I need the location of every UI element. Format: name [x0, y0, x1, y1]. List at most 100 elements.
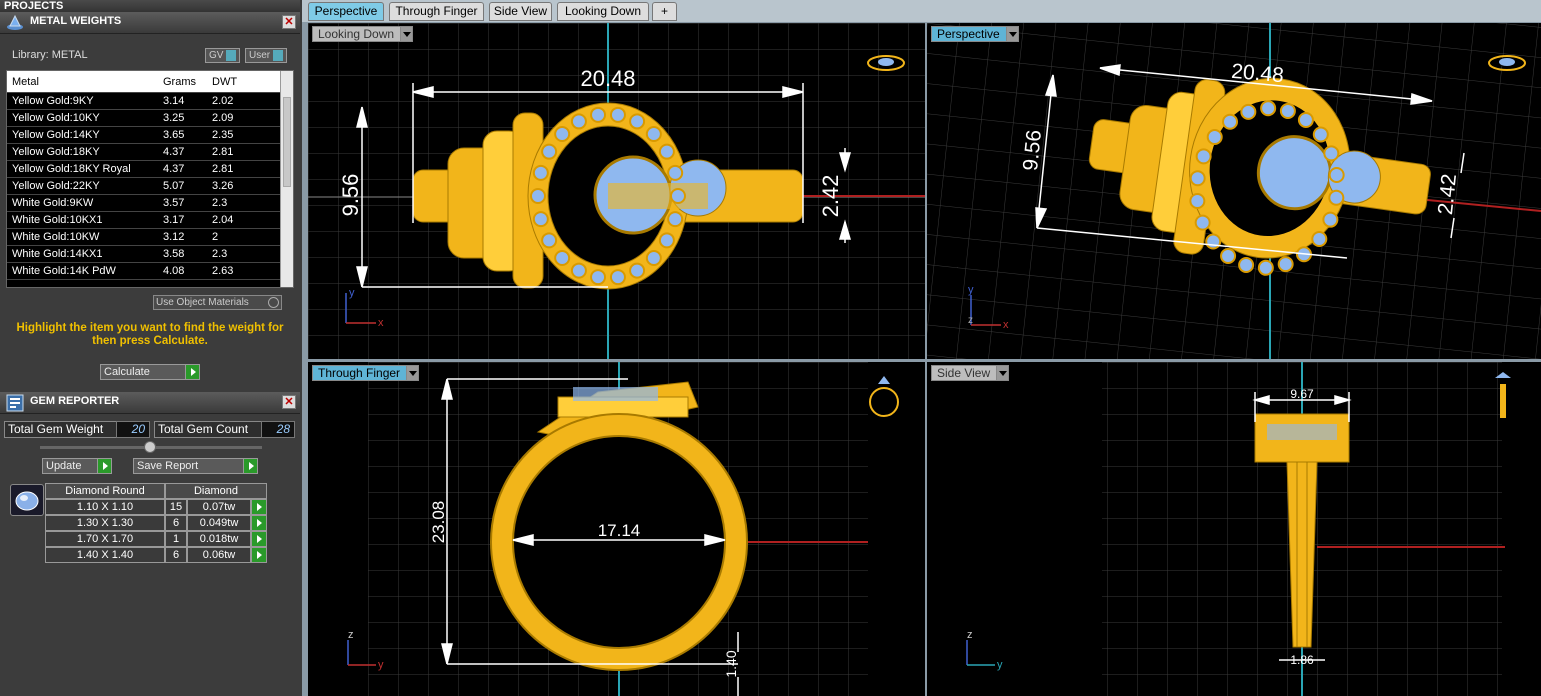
metal-table-header: Metal Grams DWT [7, 71, 281, 93]
metal-row[interactable]: White Gold:14KX1 3.58 2.3 [7, 246, 281, 263]
gem-reporter-icon [6, 394, 24, 412]
metal-weights-title: METAL WEIGHTS [30, 15, 122, 27]
metal-name: White Gold:14K PdW [12, 265, 116, 277]
gem-row-button[interactable] [251, 531, 267, 547]
metal-name: Yellow Gold:9KY [12, 95, 94, 107]
gv-toggle[interactable]: GV [205, 48, 241, 63]
axis-y-label: y [997, 659, 1003, 671]
tab-through-finger[interactable]: Through Finger [389, 2, 484, 21]
side-view-dropdown[interactable]: Side View [931, 365, 1010, 381]
use-object-materials-button[interactable]: Use Object Materials [153, 295, 282, 310]
through-finger-canvas: 23.08 17.14 1.40 z y [308, 362, 899, 696]
metal-name: White Gold:10KX1 [12, 214, 103, 226]
calculate-label: Calculate [104, 366, 150, 378]
dim-small-label: 2.42 [1434, 173, 1461, 216]
metal-grams: 3.14 [163, 95, 185, 107]
gem-stone [658, 143, 675, 160]
metal-dwt: 2.09 [212, 112, 234, 124]
gem-row-button[interactable] [251, 499, 267, 515]
dim-diameter-label: 17.14 [598, 521, 641, 540]
metal-grams: 3.57 [163, 197, 185, 209]
scrollbar-thumb[interactable] [283, 97, 291, 187]
perspective-view-dropdown[interactable]: Perspective [931, 26, 1019, 42]
update-button[interactable]: Update [42, 458, 112, 474]
gem-reporter-close-icon[interactable]: ✕ [282, 395, 296, 409]
gem-stone [1222, 113, 1239, 130]
chevron-down-icon [400, 27, 413, 41]
gem-stone [541, 143, 558, 160]
perspective-label: Perspective [937, 27, 1000, 41]
metal-grams: 3.65 [163, 129, 185, 141]
gem-size: 1.30 X 1.30 [45, 515, 165, 531]
metal-row[interactable]: White Gold:10KW 3.12 2 [7, 229, 281, 246]
dim-height-label: 9.56 [338, 174, 363, 217]
gem-stone [629, 113, 646, 130]
gem-slider[interactable] [40, 441, 262, 453]
calculate-button[interactable]: Calculate [100, 364, 200, 380]
gem-stone [1297, 111, 1314, 128]
gem-size: 1.70 X 1.70 [45, 531, 165, 547]
play-icon [256, 535, 262, 543]
metal-dwt: 2.81 [212, 146, 234, 158]
gem-stone [1322, 211, 1339, 228]
ring-thumbnail-icon [869, 376, 899, 417]
metal-row[interactable]: Yellow Gold:22KY 5.07 3.26 [7, 178, 281, 195]
viewport-perspective[interactable]: 20.48 9.56 2.42 y z x Perspective [927, 23, 1541, 359]
col-grams[interactable]: Grams [163, 76, 196, 88]
gem-col-type: Diamond [165, 483, 267, 499]
gem-stone [1194, 214, 1211, 231]
col-metal[interactable]: Metal [12, 76, 39, 88]
gem-row-button[interactable] [251, 547, 267, 563]
metal-row[interactable]: Yellow Gold:9KY 3.14 2.02 [7, 93, 281, 110]
gem-row-button[interactable] [251, 515, 267, 531]
user-toggle[interactable]: User [245, 48, 288, 63]
gem-stone [590, 269, 607, 286]
slider-knob[interactable] [144, 441, 156, 453]
col-dwt[interactable]: DWT [212, 76, 237, 88]
metal-row[interactable]: Yellow Gold:18KY 4.37 2.81 [7, 144, 281, 161]
dim-small-label: 2.42 [818, 175, 843, 218]
metal-name: Yellow Gold:10KY [12, 112, 100, 124]
use-object-materials-label: Use Object Materials [156, 297, 249, 308]
gem-reporter-header: GEM REPORTER ✕ [0, 392, 300, 414]
axis-z-label: z [348, 629, 354, 641]
metal-name: White Gold:9KW [12, 197, 94, 209]
tab-looking-down[interactable]: Looking Down [557, 2, 649, 21]
gem-stone [1257, 259, 1274, 276]
looking-down-view-dropdown[interactable]: Looking Down [312, 26, 414, 42]
tab-side-view[interactable]: Side View [489, 2, 552, 21]
library-bar: Library: METAL GV User [0, 44, 300, 68]
play-icon [256, 551, 262, 559]
chevron-down-icon [406, 366, 419, 380]
metal-row[interactable]: Yellow Gold:14KY 3.65 2.35 [7, 127, 281, 144]
gem-stone [530, 188, 546, 204]
metal-row[interactable]: White Gold:14K PdW 4.08 2.63 [7, 263, 281, 280]
metal-dwt: 2.63 [212, 265, 234, 277]
tab-perspective[interactable]: Perspective [308, 2, 384, 21]
viewport-looking-down[interactable]: 20.48 9.56 2.42 y x Looking Down [308, 23, 925, 359]
axis-x-label: x [378, 317, 384, 329]
through-finger-view-dropdown[interactable]: Through Finger [312, 365, 420, 381]
save-report-button[interactable]: Save Report [133, 458, 258, 474]
metal-row[interactable]: Yellow Gold:10KY 3.25 2.09 [7, 110, 281, 127]
dim-top-label: 9.67 [1290, 387, 1314, 401]
gem-stone [1189, 170, 1206, 187]
gem-stone [609, 269, 626, 286]
axis-y-label: y [349, 287, 355, 299]
metal-dwt: 3.26 [212, 180, 234, 192]
metal-grams: 5.07 [163, 180, 185, 192]
gem-stone [670, 188, 686, 204]
metal-row[interactable]: Yellow Gold:18KY Royal 4.37 2.81 [7, 161, 281, 178]
metal-table-scrollbar[interactable] [280, 71, 293, 287]
metal-row[interactable]: White Gold:9KW 3.57 2.3 [7, 195, 281, 212]
metal-name: Yellow Gold:18KY Royal [12, 163, 131, 175]
add-tab-button[interactable]: + [652, 2, 677, 21]
gem-stone [1323, 145, 1340, 162]
metal-name: Yellow Gold:14KY [12, 129, 100, 141]
viewport-through-finger[interactable]: 23.08 17.14 1.40 z y Through Finger [308, 362, 925, 696]
viewport-side-view[interactable]: 9.67 1.86 z y Side View [927, 362, 1541, 696]
metal-dwt: 2.04 [212, 214, 234, 226]
metal-row[interactable]: White Gold:10KX1 3.17 2.04 [7, 212, 281, 229]
metal-weights-close-icon[interactable]: ✕ [282, 15, 296, 29]
side-view-canvas: 9.67 1.86 z y [966, 362, 1511, 696]
